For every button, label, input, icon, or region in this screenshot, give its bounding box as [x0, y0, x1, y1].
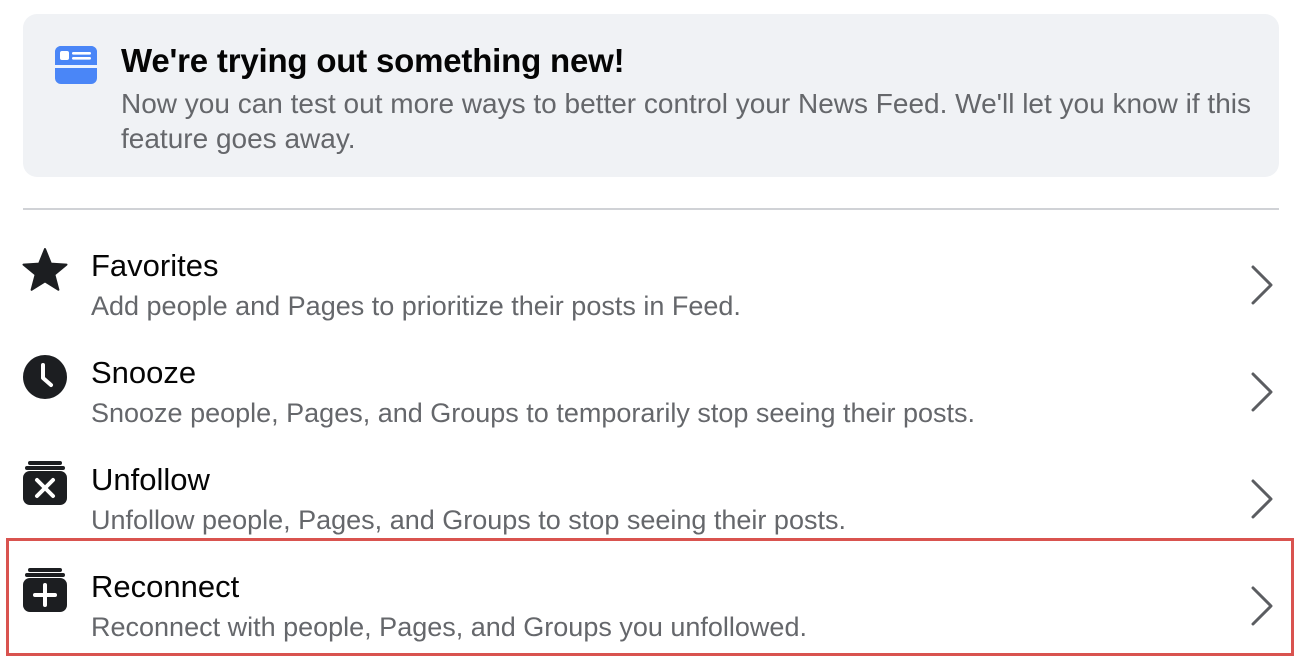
snooze-row[interactable]: Snooze Snooze people, Pages, and Groups … [0, 347, 1300, 454]
divider [23, 208, 1279, 210]
unfollow-row[interactable]: Unfollow Unfollow people, Pages, and Gro… [0, 454, 1300, 561]
new-feature-notice: We're trying out something new! Now you … [23, 14, 1279, 177]
chevron-right-icon [1251, 586, 1273, 626]
unfollow-title: Unfollow [91, 462, 210, 497]
favorites-description: Add people and Pages to prioritize their… [91, 291, 741, 321]
chevron-right-icon [1251, 479, 1273, 519]
favorites-title: Favorites [91, 248, 219, 283]
reconnect-description: Reconnect with people, Pages, and Groups… [91, 612, 807, 642]
unfollow-icon [23, 461, 67, 505]
notice-body: Now you can test out more ways to better… [121, 88, 1251, 154]
reconnect-icon [23, 568, 67, 612]
notice-title: We're trying out something new! [121, 42, 625, 79]
feed-preferences-page: We're trying out something new! Now you … [0, 0, 1300, 658]
reconnect-row[interactable]: Reconnect Reconnect with people, Pages, … [0, 561, 1300, 658]
reconnect-title: Reconnect [91, 569, 240, 604]
unfollow-description: Unfollow people, Pages, and Groups to st… [91, 505, 846, 535]
snooze-title: Snooze [91, 355, 197, 390]
star-icon [22, 248, 68, 291]
chevron-right-icon [1251, 265, 1273, 305]
news-feed-icon [55, 46, 97, 84]
favorites-row[interactable]: Favorites Add people and Pages to priori… [0, 240, 1300, 347]
clock-icon [23, 355, 67, 399]
snooze-description: Snooze people, Pages, and Groups to temp… [91, 398, 976, 428]
chevron-right-icon [1251, 372, 1273, 412]
